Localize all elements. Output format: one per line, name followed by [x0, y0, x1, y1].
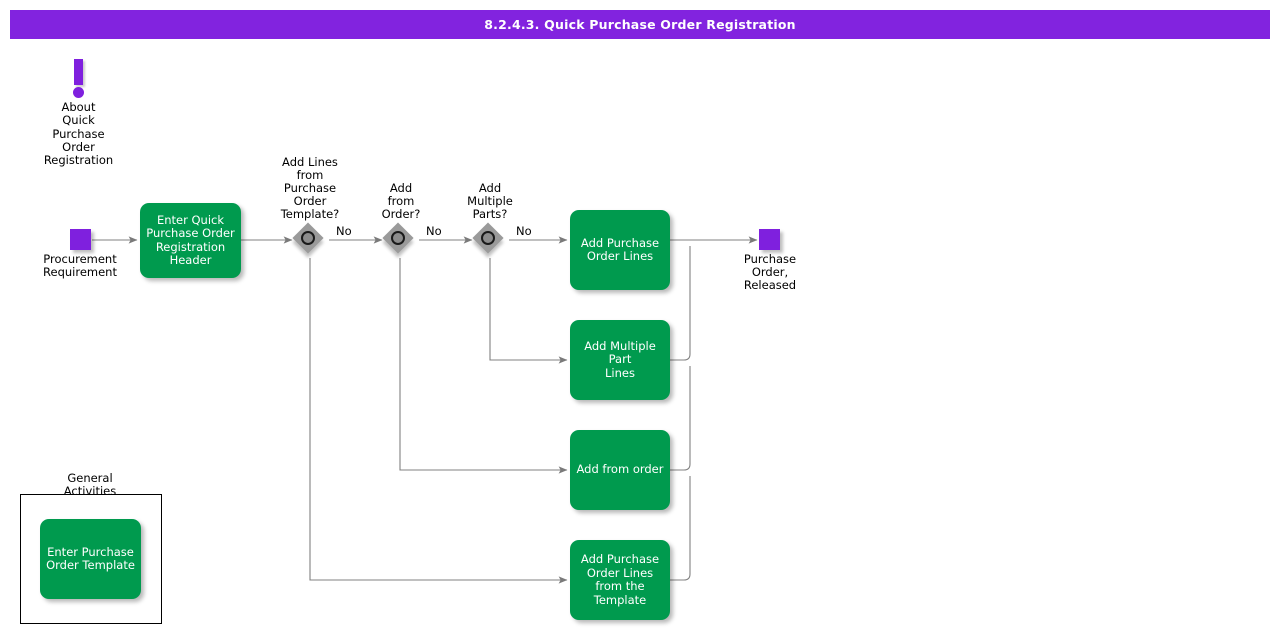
connector-layer: [0, 0, 1280, 630]
task-label: Enter Quick Purchase Order Registration …: [146, 214, 235, 268]
annotation-about: About Quick Purchase Order Registration: [66, 59, 91, 101]
gateway-add-from-order[interactable]: [384, 224, 416, 256]
pool-general-activities: Enter Purchase Order Template: [20, 494, 162, 624]
flow-gw1-to-fromtemplate: [310, 258, 567, 580]
start-event[interactable]: [70, 229, 91, 250]
flow-gw2-to-fromorder: [400, 258, 567, 470]
task-label: Add Purchase Order Lines: [581, 237, 659, 264]
task-label: Add from order: [576, 463, 663, 477]
task-enter-quick-purchase-order-registration-header[interactable]: Enter Quick Purchase Order Registration …: [140, 203, 241, 278]
task-label: Add Purchase Order Lines from the Templa…: [581, 553, 659, 607]
end-event[interactable]: [759, 229, 780, 250]
gateway-inclusive-circle-icon: [391, 231, 405, 245]
exclamation-dot-icon: [73, 87, 84, 98]
task-enter-purchase-order-template[interactable]: Enter Purchase Order Template: [40, 519, 141, 599]
diagram-title-bar: 8.2.4.3. Quick Purchase Order Registrati…: [10, 10, 1270, 39]
flow-fromorder-to-merge: [670, 366, 690, 470]
diagram-canvas: 8.2.4.3. Quick Purchase Order Registrati…: [0, 0, 1280, 630]
flow-label-gw1-no: No: [336, 224, 352, 238]
flow-label-gw2-no: No: [426, 224, 442, 238]
gateway-add-multiple-parts[interactable]: [474, 224, 506, 256]
gateway-add-from-order-label: Add from Order?: [363, 182, 439, 221]
gateway-add-lines-from-template[interactable]: [294, 224, 326, 256]
gateway-add-multiple-parts-label: Add Multiple Parts?: [452, 182, 528, 221]
flow-gw3-to-multipart: [490, 258, 567, 360]
task-add-from-order[interactable]: Add from order: [570, 430, 670, 510]
task-label: Enter Purchase Order Template: [46, 546, 135, 573]
flow-fromtemplate-to-merge: [670, 476, 690, 580]
exclamation-mark-icon: [74, 59, 83, 85]
page-title: 8.2.4.3. Quick Purchase Order Registrati…: [484, 17, 796, 32]
flow-multipart-to-merge: [670, 246, 690, 360]
task-add-purchase-order-lines-from-the-template[interactable]: Add Purchase Order Lines from the Templa…: [570, 540, 670, 620]
flow-label-gw3-no: No: [516, 224, 532, 238]
annotation-label: About Quick Purchase Order Registration: [41, 101, 116, 167]
gateway-add-lines-from-template-label: Add Lines from Purchase Order Template?: [270, 156, 350, 221]
start-event-label: Procurement Requirement: [25, 253, 135, 279]
end-event-label: Purchase Order, Released: [715, 253, 825, 292]
task-add-multiple-part-lines[interactable]: Add Multiple Part Lines: [570, 320, 670, 400]
task-add-purchase-order-lines[interactable]: Add Purchase Order Lines: [570, 210, 670, 290]
task-label: Add Multiple Part Lines: [573, 340, 667, 381]
gateway-inclusive-circle-icon: [301, 231, 315, 245]
gateway-inclusive-circle-icon: [481, 231, 495, 245]
